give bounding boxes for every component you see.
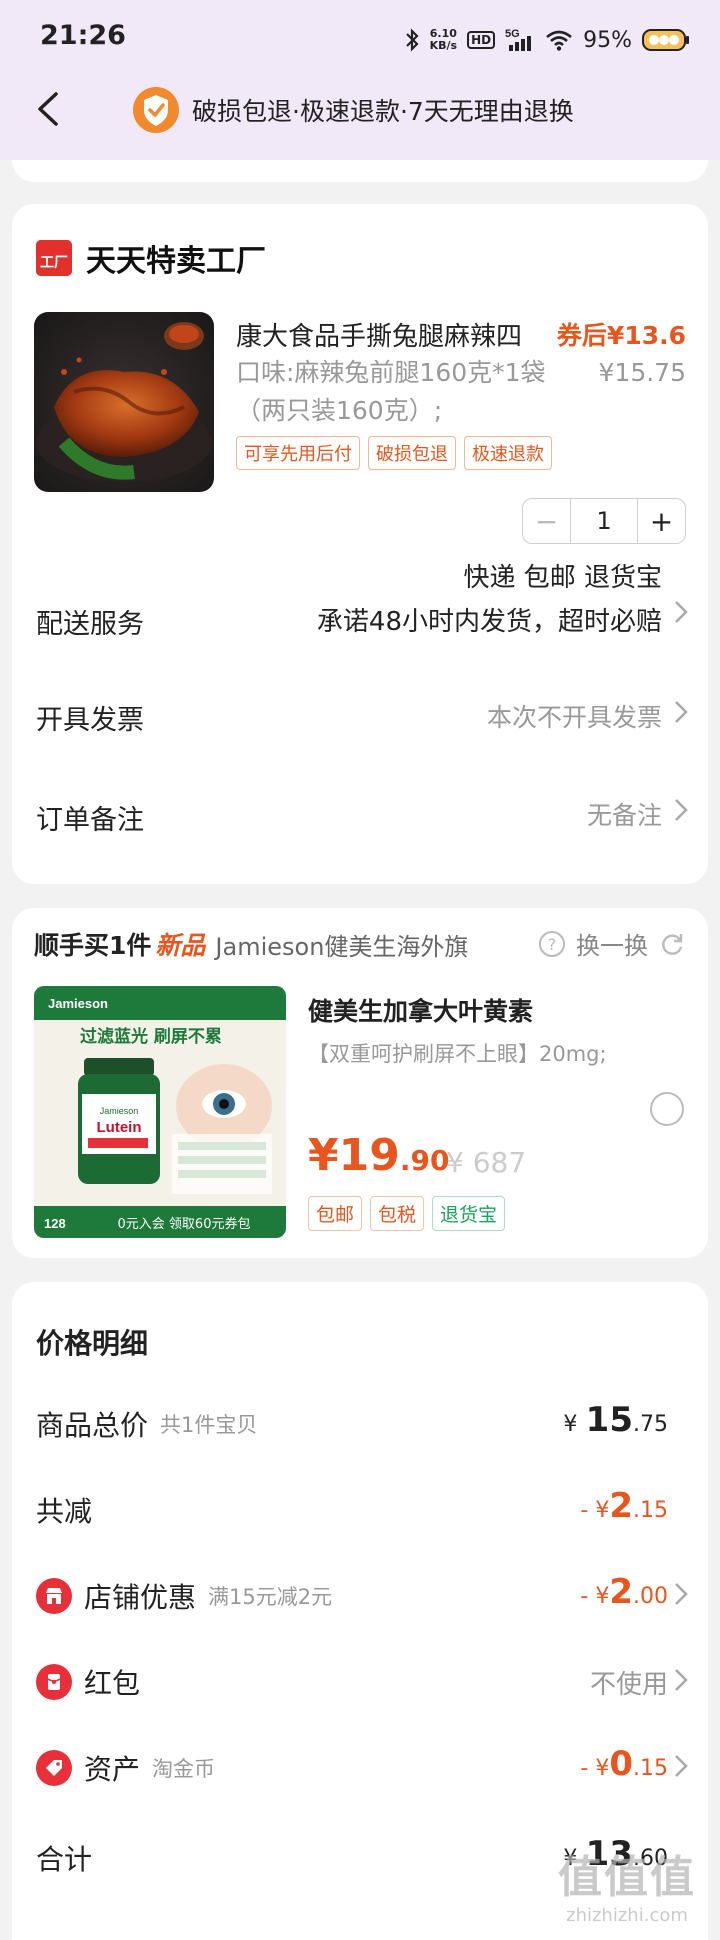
red-packet-row[interactable]: 红包 不使用 [36, 1654, 688, 1704]
recommend-product-image[interactable]: Jamieson 过滤蓝光 刷屏不累 Jamieson Lutein 128 0… [34, 986, 286, 1238]
coupon-price: 券后¥13.6 [556, 321, 686, 350]
shield-check-icon [133, 87, 179, 133]
refresh-icon [662, 933, 683, 955]
svg-text:过滤蓝光 刷屏不累: 过滤蓝光 刷屏不累 [80, 1026, 222, 1047]
total-price-row: 商品总价 共1件宝贝 ¥ 15.75 [36, 1400, 668, 1442]
tag-pay-later: 可享先用后付 [236, 436, 360, 470]
shop-discount-row[interactable]: 店铺优惠 满15元减2元 - ¥2.00 [36, 1568, 688, 1618]
shop-discount-value: - ¥2.00 [580, 1572, 668, 1612]
add-on-recommend-card: 顺手买1件 新品 Jamieson健美生海外旗 ? 换一换 Jamieson 过… [12, 908, 708, 1258]
recommend-product-name[interactable]: 健美生加拿大叶黄素 [308, 992, 533, 1028]
invoice-value: 本次不开具发票 [486, 703, 662, 732]
tag-free-shipping: 包邮 [308, 1196, 363, 1231]
svg-text:0元入会 领取60元券包: 0元入会 领取60元券包 [118, 1216, 251, 1232]
store-header[interactable]: 工厂 天天特卖工厂 [36, 236, 266, 280]
store-order-card: 工厂 天天特卖工厂 康大食品手撕兔腿麻辣四 口味:麻辣兔前腿160克*1袋（两只… [12, 204, 708, 884]
nav-bar: 破损包退·极速退款·7天无理由退换 [0, 78, 720, 144]
delivery-info: 快递 包邮 退货宝 承诺48小时内发货，超时必赔 [316, 563, 662, 637]
increase-button[interactable]: + [637, 499, 685, 543]
total-price-value: ¥ 15.75 [563, 1400, 668, 1440]
recommend-tags: 包邮 包税 退货宝 [308, 1196, 506, 1231]
previous-card-edge [12, 160, 708, 182]
quantity-stepper: − 1 + [522, 498, 686, 544]
store-name: 天天特卖工厂 [86, 244, 266, 279]
network-speed: 6.10 KB/s [429, 27, 458, 52]
swap-button[interactable]: ? 换一换 [538, 926, 686, 961]
delivery-label: 配送服务 [36, 609, 144, 640]
battery-icon [642, 28, 690, 52]
tag-fast-refund: 极速退款 [464, 436, 552, 470]
store-icon [36, 1578, 72, 1614]
signal-icon: 5G [505, 28, 532, 51]
chevron-right-icon [675, 701, 688, 723]
red-packet-value: 不使用 [589, 1670, 668, 1700]
quantity-value[interactable]: 1 [571, 499, 637, 543]
assets-row[interactable]: 资产 淘金币 - ¥0.15 [36, 1740, 688, 1790]
chevron-right-icon [675, 799, 688, 821]
guarantee-banner: 破损包退·极速退款·7天无理由退换 [132, 84, 574, 136]
original-price: ¥15.75 [598, 358, 686, 387]
recommend-price: ¥19.90 [308, 1130, 450, 1181]
recommend-store[interactable]: Jamieson健美生海外旗 [215, 927, 468, 962]
recommend-product-desc: 【双重呵护刷屏不上眼】20mg; [308, 1042, 607, 1066]
total-reduce-row: 共减 - ¥2.15 [36, 1486, 668, 1528]
total-reduce-value: - ¥2.15 [580, 1486, 668, 1526]
svg-text:Jamieson: Jamieson [48, 996, 108, 1011]
bluetooth-icon [405, 28, 419, 52]
back-arrow-icon[interactable] [24, 84, 74, 134]
product-spec[interactable]: 口味:麻辣兔前腿160克*1袋（两只装160克）; [236, 354, 581, 430]
hd-icon: HD [467, 31, 496, 49]
help-icon[interactable]: ? [538, 930, 566, 958]
wifi-icon [546, 30, 572, 51]
chevron-right-icon [675, 1669, 688, 1691]
decrease-button[interactable]: − [523, 499, 571, 543]
status-icons: 6.10 KB/s HD 5G 95% [404, 22, 690, 58]
header: 21:26 6.10 KB/s HD 5G 95% 破损包退·极速退款·7天无理… [0, 0, 720, 160]
status-time: 21:26 [40, 20, 126, 51]
price-detail-title: 价格明细 [36, 1327, 149, 1360]
recommend-original-price: ¥ 687 [446, 1146, 527, 1179]
tag-damage-return: 破损包退 [368, 436, 456, 470]
factory-logo-icon: 工厂 [36, 240, 72, 276]
svg-text:5G: 5G [505, 28, 520, 40]
tag-tax-included: 包税 [370, 1196, 425, 1231]
svg-text:Jamieson: Jamieson [100, 1106, 139, 1116]
price-detail-card: 价格明细 商品总价 共1件宝贝 ¥ 15.75 共减 - ¥2.15 店铺优惠 满… [12, 1282, 708, 1940]
invoice-label: 开具发票 [36, 705, 144, 736]
select-radio[interactable] [650, 1092, 684, 1126]
tag-icon [36, 1750, 72, 1786]
recommend-title: 顺手买1件 [34, 931, 152, 960]
product-image[interactable] [34, 312, 214, 492]
status-bar: 21:26 6.10 KB/s HD 5G 95% [0, 0, 720, 76]
product-tags: 可享先用后付 破损包退 极速退款 [236, 436, 552, 470]
svg-text:128: 128 [44, 1216, 66, 1231]
order-note-label: 订单备注 [36, 805, 144, 836]
swap-label: 换一换 [576, 932, 648, 960]
new-badge: 新品 [155, 931, 206, 960]
battery-percent: 95% [583, 27, 632, 53]
assets-value: - ¥0.15 [580, 1744, 668, 1784]
tag-return-insurance: 退货宝 [432, 1196, 506, 1231]
order-note-value: 无备注 [586, 801, 662, 830]
chevron-right-icon [675, 1583, 688, 1605]
svg-text:Lutein: Lutein [97, 1119, 142, 1136]
chevron-right-icon [675, 601, 688, 623]
recommend-header: 顺手买1件 新品 Jamieson健美生海外旗 [34, 926, 468, 962]
product-title[interactable]: 康大食品手撕兔腿麻辣四 [236, 316, 522, 353]
site-watermark: 值值值 zhizhizhi.com [558, 1852, 696, 1926]
svg-text:?: ? [548, 935, 557, 954]
guarantee-text: 破损包退·极速退款·7天无理由退换 [192, 97, 574, 126]
red-packet-icon [36, 1664, 72, 1700]
chevron-right-icon [675, 1755, 688, 1777]
svg-text:工厂: 工厂 [40, 255, 68, 271]
